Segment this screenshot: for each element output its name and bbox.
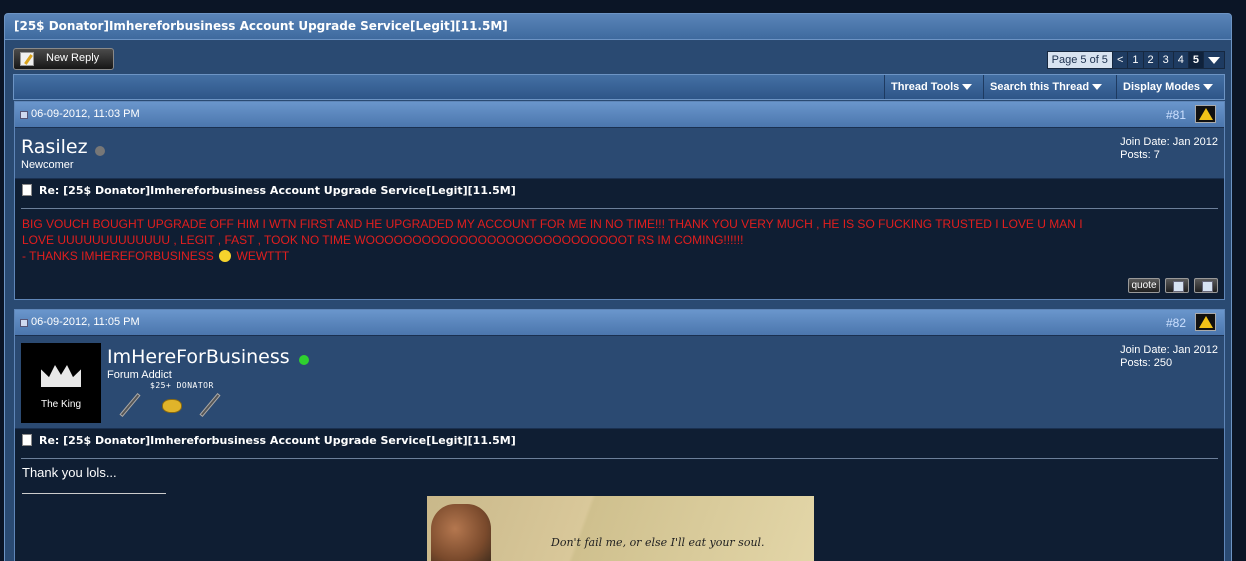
post-count: Posts: 250 [1120,357,1173,369]
message-line: LOVE UUUUUUUUUUUUU , LEGIT , FAST , TOOK… [22,233,744,247]
new-reply-button[interactable]: New Reply [13,48,114,70]
signature-quote: Don't fail me, or else I'll eat your sou… [551,536,765,549]
post-status-icon [20,319,28,327]
user-title: Forum Addict [107,369,172,381]
offline-status-icon [95,146,105,156]
new-reply-icon [20,52,34,66]
smiley-icon [219,250,232,262]
thread-tools-bar: Thread Tools Search this Thread Display … [13,74,1225,100]
post-81: 06-09-2012, 11:03 PM #81 Rasilez Newcome… [14,101,1225,300]
crown-icon [41,365,81,387]
username-link[interactable]: Rasilez [21,136,88,158]
report-warning-icon[interactable] [1195,105,1216,123]
multi-quote-icon[interactable] [1165,278,1189,293]
post-body: Re: [25$ Donator]Imhereforbusiness Accou… [15,429,1224,561]
username-link[interactable]: ImHereForBusiness [107,346,290,368]
post-actions: quote [1128,278,1218,293]
post-date: 06-09-2012, 11:03 PM [31,108,140,120]
post-count: Posts: 7 [1120,149,1160,161]
post-header: 06-09-2012, 11:05 PM #82 [15,310,1224,335]
join-date: Join Date: Jan 2012 [1120,344,1218,356]
post-userbar: Rasilez Newcomer Join Date: Jan 2012 Pos… [15,127,1224,179]
search-thread-menu[interactable]: Search this Thread [983,75,1108,99]
post-userbar: The King ImHereForBusiness Forum Addict … [15,335,1224,429]
search-thread-label: Search this Thread [990,81,1090,93]
quote-button[interactable]: quote [1128,278,1160,293]
post-number-link[interactable]: #81 [1166,108,1186,122]
join-date: Join Date: Jan 2012 [1120,136,1218,148]
post-title: Re: [25$ Donator]Imhereforbusiness Accou… [22,434,516,447]
display-modes-menu[interactable]: Display Modes [1116,75,1219,99]
page-link-4[interactable]: 4 [1173,52,1189,68]
title-divider [21,208,1218,209]
page-prev-link[interactable]: < [1112,52,1129,68]
page-label: Page 5 of 5 [1047,52,1113,68]
thread-title-bar: [25$ Donator]Imhereforbusiness Account U… [4,13,1232,40]
rank-label: $25+ DONATOR [150,381,214,390]
gold-coins-icon [157,391,187,419]
online-status-icon [299,355,309,365]
avatar-caption: The King [40,399,82,410]
post-date: 06-09-2012, 11:05 PM [31,316,140,328]
thread-title: [25$ Donator]Imhereforbusiness Account U… [14,19,508,33]
chevron-down-icon [1203,84,1214,91]
signature-image: Don't fail me, or else I'll eat your sou… [427,496,814,561]
post-message: BIG VOUCH BOUGHT UPGRADE OFF HIM I WTN F… [22,216,1220,264]
post-body: Re: [25$ Donator]Imhereforbusiness Accou… [15,179,1224,299]
user-info: Join Date: Jan 2012 Posts: 250 [1120,344,1218,370]
chevron-down-icon [1092,84,1103,91]
display-modes-label: Display Modes [1123,81,1201,93]
title-divider [21,458,1218,459]
post-number-link[interactable]: #82 [1166,316,1186,330]
thread-tools-label: Thread Tools [891,81,960,93]
post-82: 06-09-2012, 11:05 PM #82 The King ImHere… [14,309,1225,561]
sword-icon [195,391,225,419]
page-jump-dropdown-icon[interactable] [1204,52,1224,68]
sword-icon [115,391,145,419]
new-reply-label: New Reply [46,52,100,64]
message-text: WEWTTT [236,249,290,263]
user-title: Newcomer [21,159,74,171]
avatar[interactable]: The King [21,343,101,423]
document-icon [22,184,32,196]
post-message: Thank you lols... [22,465,117,480]
quick-reply-icon[interactable] [1194,278,1218,293]
report-warning-icon[interactable] [1195,313,1216,331]
post-status-icon [20,111,28,119]
message-line: BIG VOUCH BOUGHT UPGRADE OFF HIM I WTN F… [22,217,1083,231]
message-line: - THANKS IMHEREFORBUSINESS WEWTTT [22,248,1220,264]
post-header: 06-09-2012, 11:03 PM #81 [15,102,1224,127]
page-link-1[interactable]: 1 [1128,52,1144,68]
chevron-down-icon [962,84,973,91]
post-title-text: Re: [25$ Donator]Imhereforbusiness Accou… [39,434,516,447]
post-title: Re: [25$ Donator]Imhereforbusiness Accou… [22,184,516,197]
pagination: Page 5 of 5 < 1 2 3 4 5 [1046,51,1225,69]
character-figure [431,504,491,561]
thread-tools-menu[interactable]: Thread Tools [884,75,978,99]
page-link-2[interactable]: 2 [1143,52,1159,68]
page-current: 5 [1188,52,1204,68]
post-title-text: Re: [25$ Donator]Imhereforbusiness Accou… [39,184,516,197]
user-info: Join Date: Jan 2012 Posts: 7 [1120,136,1218,162]
signature-divider [22,493,166,494]
document-icon [22,434,32,446]
page-link-3[interactable]: 3 [1158,52,1174,68]
message-text: - THANKS IMHEREFORBUSINESS [22,249,214,263]
